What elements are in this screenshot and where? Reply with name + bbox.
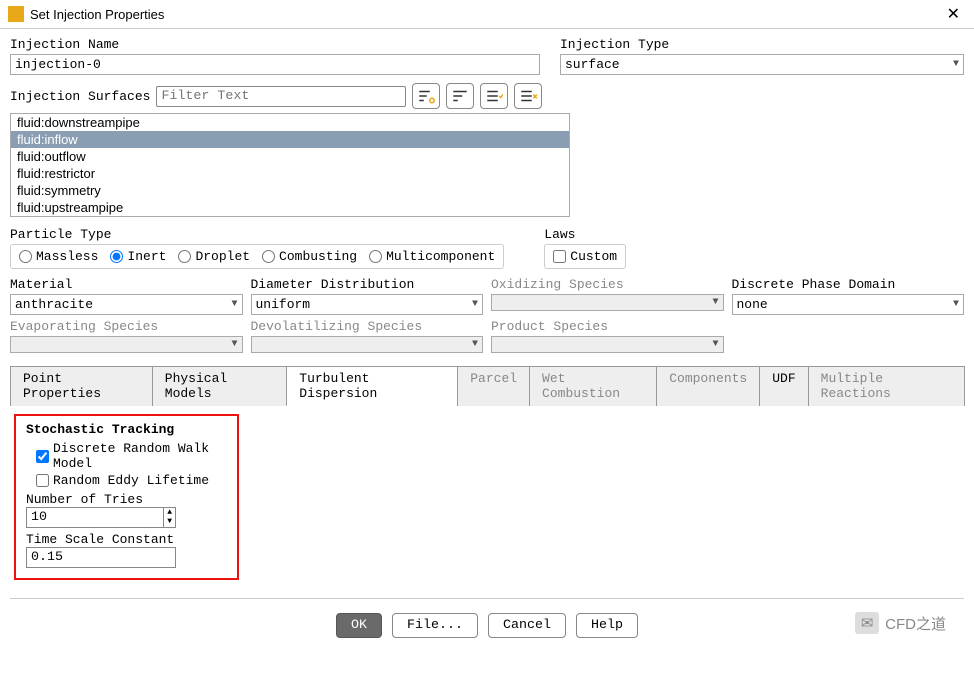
list-item[interactable]: fluid:outflow [11,148,569,165]
chevron-down-icon: ▼ [472,339,478,350]
chevron-down-icon: ▼ [472,299,478,310]
chevron-down-icon: ▼ [712,339,718,350]
ok-button[interactable]: OK [336,613,382,638]
tries-spinner[interactable]: ▲▼ [26,507,176,528]
tabs: Point PropertiesPhysical ModelsTurbulent… [10,365,964,406]
oxidizing-combo: ▼ [491,294,724,311]
injection-type-value: surface [565,57,620,72]
wechat-icon: ✉ [855,612,879,634]
file-button[interactable]: File... [392,613,478,638]
injection-type-label: Injection Type [560,37,964,52]
particle-type-group: Massless Inert Droplet Combusting Multicompo… [10,244,504,269]
laws-group: Custom [544,244,626,269]
injection-name-label: Injection Name [10,37,540,52]
domain-label: Discrete Phase Domain [732,277,965,292]
particle-type-inert[interactable]: Inert [110,249,166,264]
cancel-button[interactable]: Cancel [488,613,566,638]
list-item[interactable]: fluid:downstreampipe [11,114,569,131]
tab-content-turbulent-dispersion: Stochastic Tracking Discrete Random Walk… [10,406,964,588]
evap-label: Evaporating Species [10,319,243,334]
spin-down-icon[interactable]: ▼ [164,517,175,526]
window-title: Set Injection Properties [30,7,941,22]
chevron-down-icon: ▼ [953,59,959,70]
surfaces-label: Injection Surfaces [10,89,150,104]
product-combo: ▼ [491,336,724,353]
filter-options-button[interactable] [412,83,440,109]
tsc-input[interactable] [26,547,176,568]
stochastic-header: Stochastic Tracking [26,422,227,437]
stochastic-tracking-panel: Stochastic Tracking Discrete Random Walk… [14,414,239,580]
tab-wet-combustion: Wet Combustion [529,366,657,406]
select-all-button[interactable] [480,83,508,109]
particle-type-combusting[interactable]: Combusting [262,249,357,264]
particle-type-massless[interactable]: Massless [19,249,98,264]
evap-combo: ▼ [10,336,243,353]
injection-type-combo[interactable]: surface ▼ [560,54,964,75]
particle-type-label: Particle Type [10,227,504,242]
material-label: Material [10,277,243,292]
domain-combo[interactable]: none▼ [732,294,965,315]
devol-label: Devolatilizing Species [251,319,484,334]
tries-label: Number of Tries [26,492,227,507]
spin-up-icon[interactable]: ▲ [164,508,175,517]
tab-turbulent-dispersion[interactable]: Turbulent Dispersion [286,366,458,406]
chevron-down-icon: ▼ [712,297,718,308]
close-icon[interactable]: ✕ [941,4,966,24]
tab-udf[interactable]: UDF [759,366,808,406]
oxidizing-label: Oxidizing Species [491,277,724,292]
devol-combo: ▼ [251,336,484,353]
product-label: Product Species [491,319,724,334]
chevron-down-icon: ▼ [231,299,237,310]
list-item[interactable]: fluid:inflow [11,131,569,148]
app-icon [8,6,24,22]
footer: OK File... Cancel Help ✉ CFD之道 [10,607,964,648]
deselect-all-button[interactable] [514,83,542,109]
surfaces-listbox[interactable]: fluid:downstreampipefluid:inflowfluid:ou… [10,113,570,217]
tries-input[interactable] [27,508,163,527]
titlebar: Set Injection Properties ✕ [0,0,974,29]
tab-multiple-reactions: Multiple Reactions [808,366,965,406]
sort-button[interactable] [446,83,474,109]
particle-type-multicomponent[interactable]: Multicomponent [369,249,495,264]
rel-checkbox[interactable]: Random Eddy Lifetime [36,473,227,488]
surfaces-filter-input[interactable] [156,86,406,107]
list-item[interactable]: fluid:restrictor [11,165,569,182]
tsc-label: Time Scale Constant [26,532,227,547]
diameter-combo[interactable]: uniform▼ [251,294,484,315]
list-item[interactable]: fluid:upstreampipe [11,199,569,216]
diameter-label: Diameter Distribution [251,277,484,292]
list-item[interactable]: fluid:symmetry [11,182,569,199]
material-combo[interactable]: anthracite▼ [10,294,243,315]
tab-point-properties[interactable]: Point Properties [10,366,153,406]
particle-type-droplet[interactable]: Droplet [178,249,250,264]
tab-components: Components [656,366,760,406]
tab-physical-models[interactable]: Physical Models [152,366,287,406]
help-button[interactable]: Help [576,613,638,638]
tab-parcel: Parcel [457,366,530,406]
custom-law-checkbox[interactable]: Custom [553,249,617,264]
chevron-down-icon: ▼ [231,339,237,350]
chevron-down-icon: ▼ [953,299,959,310]
injection-name-input[interactable] [10,54,540,75]
watermark: ✉ CFD之道 [855,612,946,634]
separator [10,598,964,599]
drw-checkbox[interactable]: Discrete Random Walk Model [36,441,227,471]
laws-label: Laws [544,227,626,242]
